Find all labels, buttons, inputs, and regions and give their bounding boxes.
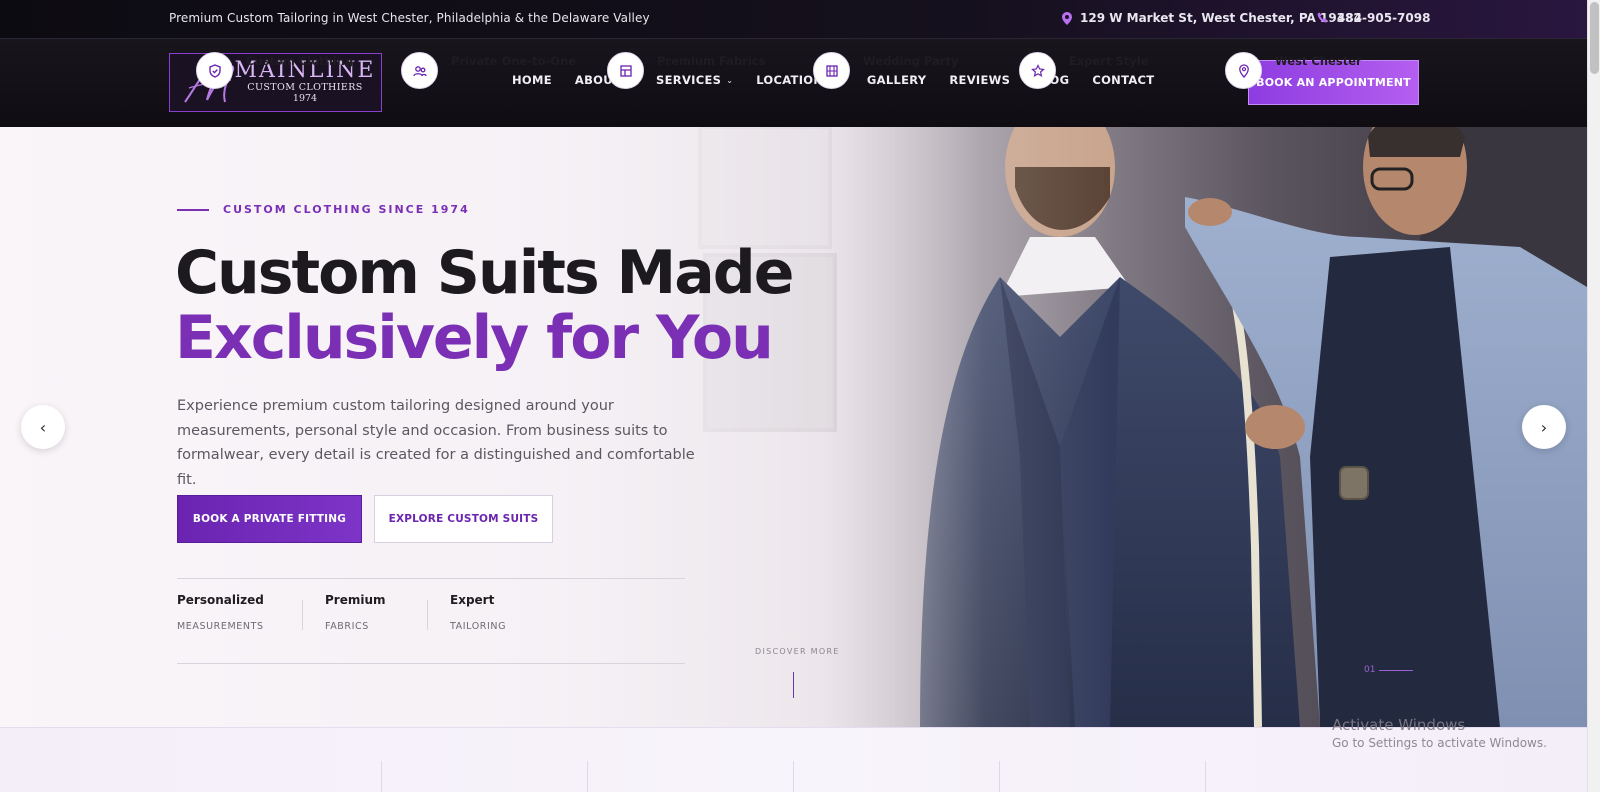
feature-label: Premium Fabrics [657,53,766,68]
users-icon [401,52,438,89]
feature-separator [793,761,794,792]
scrollbar-thumb[interactable] [1590,2,1599,74]
chevron-left-icon: ‹ [39,417,47,437]
slide-indicator: 01 [1364,665,1414,675]
tagline: Premium Custom Tailoring in West Chester… [169,11,650,25]
phone-link[interactable]: 484-905-7098 [1317,11,1430,25]
feature-custom-clothing[interactable]: Custom Clothing [196,42,353,89]
feature-wedding-party[interactable]: Wedding Party [813,42,958,89]
feature-expert-style[interactable]: Expert Style [1019,42,1149,89]
phone-text: 484-905-7098 [1337,11,1431,25]
activate-windows-watermark: Activate Windows Go to Settings to activ… [1332,716,1547,750]
feature-premium-fabrics[interactable]: Premium Fabrics [607,42,765,89]
stat-title: Expert [450,593,495,607]
discover-more-link[interactable]: DISCOVER MORE [755,647,840,656]
hero-heading-line2: Exclusively for You [175,303,774,373]
shield-check-icon [196,52,233,89]
feature-private-one-to-one[interactable]: Private One-to-One [401,42,576,89]
film-icon [813,52,850,89]
stats-divider-top [177,578,685,579]
fabric-swatch-icon [607,52,644,89]
stat-separator [302,600,303,630]
slide-number: 01 [1364,665,1376,675]
stat-separator [427,600,428,630]
feature-separator [587,761,588,792]
next-slide-button[interactable]: › [1522,405,1566,449]
map-pin-icon [1062,11,1072,25]
eyebrow-text: CUSTOM CLOTHING SINCE 1974 [223,203,470,216]
stat-personalized: Personalized MEASUREMENTS [177,593,264,632]
stat-title: Premium [325,593,386,607]
page-scrollbar[interactable] [1587,0,1600,792]
stat-subtitle: MEASUREMENTS [177,621,264,632]
hero-eyebrow: CUSTOM CLOTHING SINCE 1974 [177,203,470,216]
feature-west-chester[interactable]: West Chester [1225,42,1362,89]
hero-lead: Experience premium custom tailoring desi… [177,398,695,488]
hero-heading-line1: Custom Suits Made [175,238,794,308]
hero-slider: CUSTOM CLOTHING SINCE 1974 Custom Suits … [0,127,1587,727]
feature-label: Expert Style [1069,53,1149,68]
star-icon [1019,52,1056,89]
stat-subtitle: FABRICS [325,621,369,632]
top-info-bar: Premium Custom Tailoring in West Chester… [0,0,1600,39]
eyebrow-line [177,208,209,211]
feature-separator [381,761,382,792]
slide-indicator-line [1379,669,1414,671]
nav-reviews[interactable]: REVIEWS [949,73,1010,87]
chevron-right-icon: › [1540,417,1548,437]
feature-separator [999,761,1000,792]
stats-divider-bottom [177,663,685,664]
watermark-title: Activate Windows [1332,716,1466,734]
explore-custom-suits-button[interactable]: EXPLORE CUSTOM SUITS [374,495,553,543]
logo-year: 1974 [292,93,318,104]
stat-title: Personalized [177,593,264,607]
scroll-indicator-line [793,672,794,698]
phone-icon [1317,12,1329,24]
watermark-subtitle: Go to Settings to activate Windows. [1332,736,1547,750]
stat-expert: Expert TAILORING [450,593,506,632]
stat-premium: Premium FABRICS [325,593,386,632]
location-pin-icon [1225,52,1262,89]
stat-subtitle: TAILORING [450,621,507,632]
feature-label: Wedding Party [863,53,959,68]
feature-label: Custom Clothing [246,53,354,68]
book-private-fitting-button[interactable]: BOOK A PRIVATE FITTING [177,495,362,543]
feature-separator [1205,761,1206,792]
feature-label: West Chester [1275,53,1362,68]
prev-slide-button[interactable]: ‹ [21,405,65,449]
feature-label: Private One-to-One [451,53,577,68]
